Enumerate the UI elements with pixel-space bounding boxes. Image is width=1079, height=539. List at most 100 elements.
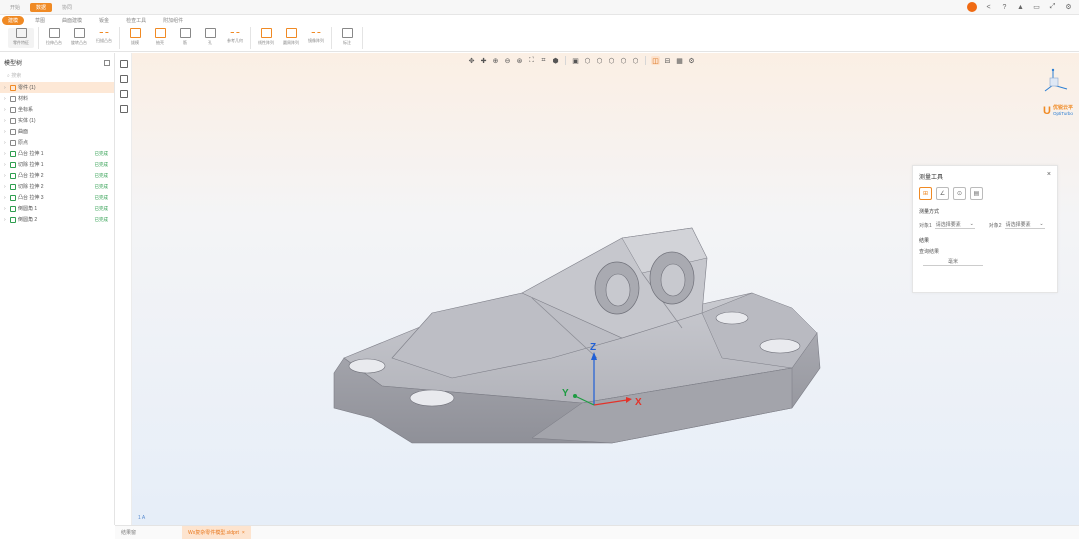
3d-viewport[interactable]: ✥ ✚ ⊕ ⊖ ⊛ ⛶ ⌗ ⬢ ▣ ⬡ ⬡ ⬡ ⬡ ⬡ ◫ ⊟ ▦ ⚙ U 优锐… (132, 53, 1079, 525)
object2-select[interactable]: 请选择要素 ⌄ (1004, 221, 1045, 229)
view-cube-icon[interactable]: ⬢ (551, 56, 560, 65)
expand-arrow-icon[interactable]: › (4, 151, 8, 157)
expand-arrow-icon[interactable]: › (4, 184, 8, 190)
menu-tab-sheetmetal[interactable]: 钣金 (93, 16, 115, 25)
tree-item[interactable]: › 零件 (1) (0, 82, 114, 93)
result-window-tab[interactable]: 结果窗 (115, 526, 142, 539)
expand-arrow-icon[interactable]: › (4, 217, 8, 223)
menu-tab-modeling[interactable]: 建模 (2, 16, 25, 25)
tree-item[interactable]: › 原点 (0, 137, 114, 148)
close-icon[interactable]: × (242, 530, 245, 536)
bottom-view-icon[interactable]: ⬡ (619, 56, 628, 65)
expand-arrow-icon[interactable]: › (4, 129, 8, 135)
share-icon[interactable]: < (984, 3, 993, 12)
result-label: 结果 (919, 238, 930, 244)
linear-pattern-button[interactable]: 线性阵列 (255, 28, 277, 48)
expand-arrow-icon[interactable]: › (4, 96, 8, 102)
split-view-icon[interactable]: ⊟ (663, 56, 672, 65)
tree-item[interactable]: › 凸台 拉伸 2 已完成 (0, 170, 114, 181)
tree-item[interactable]: › 材料 (0, 93, 114, 104)
draft-button[interactable]: 拔模 (124, 28, 146, 48)
menu-tab-sketch[interactable]: 草图 (29, 16, 51, 25)
app-tab-data[interactable]: 数据 (30, 3, 53, 12)
settings-gear-icon[interactable]: ⚙ (1064, 3, 1073, 12)
expand-arrow-icon[interactable]: › (4, 85, 8, 91)
tree-node-icon (10, 205, 16, 212)
tree-item[interactable]: › 切除 拉伸 1 已完成 (0, 159, 114, 170)
tree-node-icon (10, 117, 16, 124)
mirror-pattern-button[interactable]: 镜像阵列 (305, 28, 327, 48)
extrude-boss-button[interactable]: 拉伸凸台 (43, 28, 65, 48)
collapse-panel-icon[interactable] (104, 59, 110, 66)
right-view-icon[interactable]: ⬡ (595, 56, 604, 65)
tree-item[interactable]: › 凸台 拉伸 1 已完成 (0, 148, 114, 159)
menu-tab-inspect[interactable]: 检查工具 (120, 16, 152, 25)
tree-item[interactable]: › 凸台 拉伸 3 已完成 (0, 192, 114, 203)
move-icon[interactable]: ✚ (479, 56, 488, 65)
revolve-icon (73, 28, 85, 38)
part-feature-button[interactable]: 零件特征 (8, 28, 34, 48)
expand-arrow-icon[interactable]: › (4, 173, 8, 179)
tree-item[interactable]: › 切除 拉伸 2 已完成 (0, 181, 114, 192)
expand-arrow-icon[interactable]: › (4, 107, 8, 113)
expand-arrow-icon[interactable]: › (4, 140, 8, 146)
rib-button[interactable]: 筋 (174, 28, 196, 48)
properties-icon[interactable] (119, 75, 128, 83)
distance-mode-icon[interactable]: ⊞ (919, 187, 932, 200)
user-avatar-icon[interactable] (967, 2, 977, 12)
message-icon[interactable]: ▭ (1032, 3, 1041, 12)
pan-icon[interactable]: ✥ (467, 56, 476, 65)
display-icon[interactable] (119, 105, 128, 113)
section-view-icon[interactable]: ⌗ (539, 56, 548, 65)
config-icon[interactable] (119, 90, 128, 98)
fit-view-icon[interactable]: ⛶ (527, 56, 536, 65)
menu-bar: 建模 草图 曲面建模 钣金 检查工具 附加组件 (0, 15, 1079, 27)
fullscreen-icon[interactable]: ⤢ (1048, 3, 1057, 12)
annotate-button[interactable]: 标注 (336, 28, 358, 48)
part-model-render[interactable]: Z X Y (322, 218, 832, 448)
ref-geometry-button[interactable]: 参考几何 (224, 28, 246, 48)
tree-item[interactable]: › 坐标系 (0, 104, 114, 115)
close-icon[interactable]: × (1047, 171, 1051, 178)
app-tab-collab[interactable]: 协同 (56, 3, 78, 12)
iso-view-icon[interactable]: ⬡ (631, 56, 640, 65)
bell-icon[interactable]: ▲ (1016, 3, 1025, 12)
result-value: 查询结果 (919, 249, 940, 255)
front-view-icon[interactable]: ▣ (571, 56, 580, 65)
sweep-boss-button[interactable]: 扫描凸台 (93, 28, 115, 48)
app-tab-start[interactable]: 开始 (4, 3, 26, 12)
tree-item[interactable]: › 曲面 (0, 126, 114, 137)
expand-arrow-icon[interactable]: › (4, 206, 8, 212)
render-settings-icon[interactable]: ⚙ (687, 56, 696, 65)
help-icon[interactable]: ? (1000, 3, 1009, 12)
hole-button[interactable]: 孔 (199, 28, 221, 48)
zoom-in-icon[interactable]: ⊕ (491, 56, 500, 65)
revolve-boss-button[interactable]: 旋转凸台 (68, 28, 90, 48)
expand-arrow-icon[interactable]: › (4, 195, 8, 201)
zoom-out-icon[interactable]: ⊖ (503, 56, 512, 65)
feature-tree-icon[interactable] (119, 60, 128, 68)
menu-tab-surface[interactable]: 曲面建模 (56, 16, 88, 25)
tree-item[interactable]: › 实体 (1) (0, 115, 114, 126)
tree-search-input[interactable]: ⌕ 搜索 (4, 71, 110, 80)
menu-tab-addons[interactable]: 附加组件 (157, 16, 189, 25)
expand-arrow-icon[interactable]: › (4, 118, 8, 124)
object1-select[interactable]: 请选择要素 ⌄ (934, 221, 975, 229)
navigation-cube-icon[interactable] (1041, 67, 1071, 95)
angle-mode-icon[interactable]: ∠ (936, 187, 949, 200)
tree-item[interactable]: › 倒圆角 1 已完成 (0, 203, 114, 214)
display-style-icon[interactable]: ▦ (675, 56, 684, 65)
tree-item[interactable]: › 倒圆角 2 已完成 (0, 214, 114, 225)
tree-node-icon (10, 194, 16, 201)
area-mode-icon[interactable]: ▤ (970, 187, 983, 200)
measure-tool-icon[interactable]: ◫ (651, 56, 660, 65)
shell-button[interactable]: 抽壳 (149, 28, 171, 48)
unit-select[interactable]: 毫米 (923, 258, 983, 266)
radius-mode-icon[interactable]: ⊙ (953, 187, 966, 200)
top-view-icon[interactable]: ⬡ (583, 56, 592, 65)
circular-pattern-button[interactable]: 圆周阵列 (280, 28, 302, 48)
expand-arrow-icon[interactable]: › (4, 162, 8, 168)
file-tab[interactable]: Wx复杂零件模型.sldprt × (182, 526, 251, 539)
back-view-icon[interactable]: ⬡ (607, 56, 616, 65)
rotate-icon[interactable]: ⊛ (515, 56, 524, 65)
